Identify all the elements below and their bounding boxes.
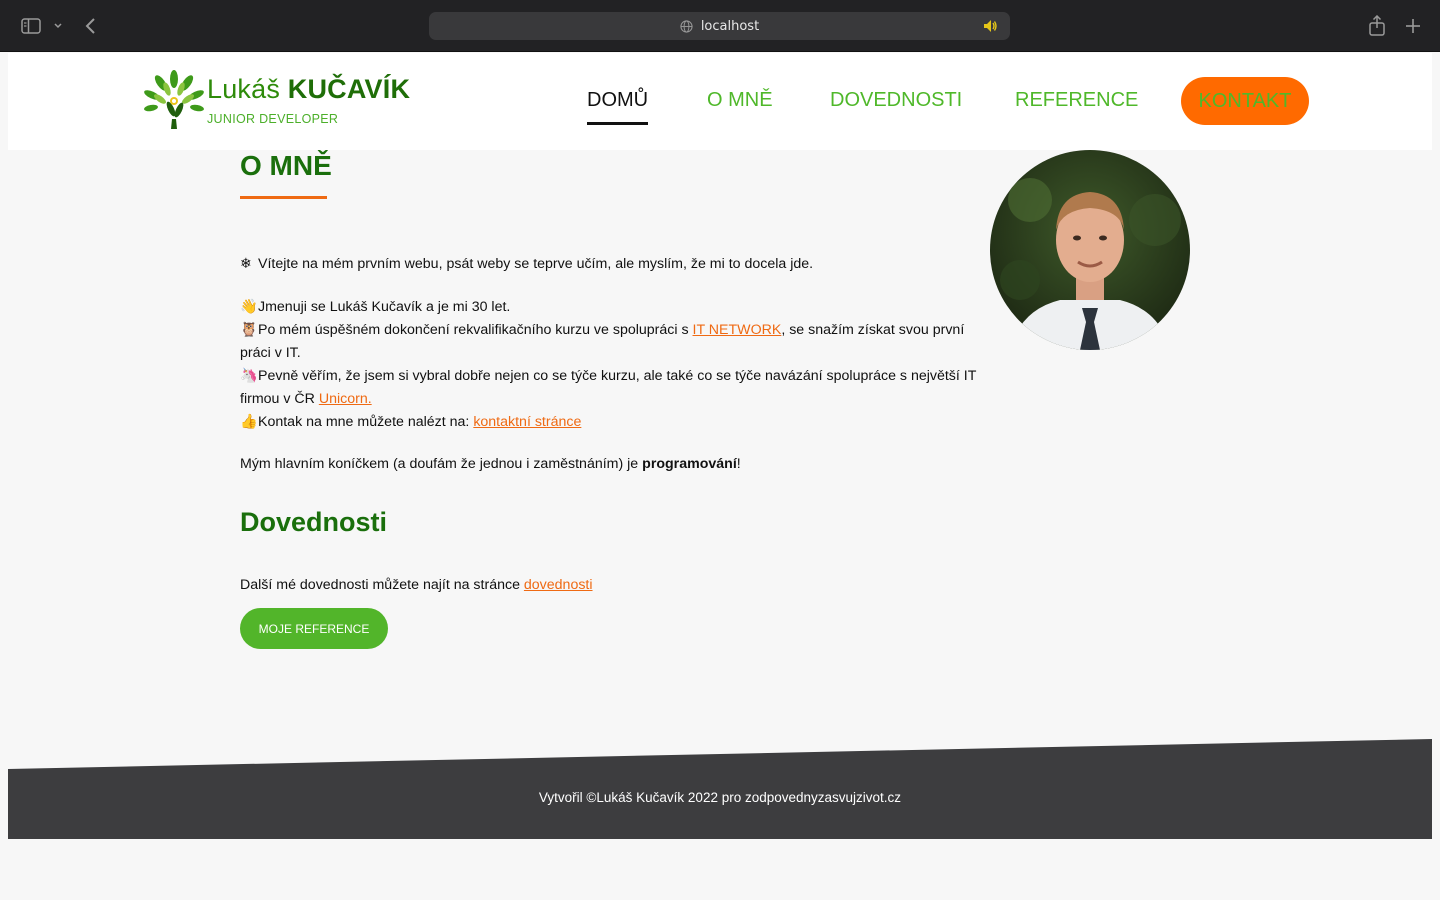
nav-about-link[interactable]: O MNĚ [707, 89, 773, 112]
itnetwork-link[interactable]: IT NETWORK [693, 322, 782, 338]
sidebar-icon[interactable] [20, 14, 42, 38]
brand[interactable]: Lukáš KUČAVÍK JUNIOR DEVELOPER [207, 73, 410, 126]
brand-subtitle: JUNIOR DEVELOPER [207, 112, 339, 126]
about-heading: O MNĚ [240, 150, 332, 181]
owl-icon: 🦉 [240, 322, 258, 338]
plus-icon[interactable] [1403, 14, 1423, 38]
brand-last-name: KUČAVÍK [287, 74, 411, 104]
contact-line-text: Kontak na mne můžete nalézt na: [258, 414, 474, 430]
course-line-text-a: Po mém úspěšném dokončení rekvalifikační… [258, 322, 693, 338]
my-references-button[interactable]: MOJE REFERENCE [240, 608, 388, 649]
skills-text: Další mé dovednosti můžete najít na strá… [240, 577, 524, 593]
name-line: 👋Jmenuji se Lukáš Kučavík a je mi 30 let… [240, 296, 980, 319]
name-line-text: Jmenuji se Lukáš Kučavík a je mi 30 let. [258, 299, 511, 315]
skills-paragraph: Další mé dovednosti můžete najít na strá… [240, 574, 980, 597]
nav-contact-button[interactable]: KONTAKT [1181, 77, 1309, 125]
hobby-text: Mým hlavním koníčkem (a doufám že jednou… [240, 456, 643, 472]
contact-page-link[interactable]: kontaktní stránce [473, 414, 581, 430]
course-line: 🦉Po mém úspěšném dokončení rekvalifikačn… [240, 319, 980, 365]
globe-icon [680, 19, 693, 33]
speaker-icon[interactable] [982, 18, 998, 34]
hobby-bold: programování [642, 456, 737, 472]
chevron-down-icon[interactable] [52, 14, 64, 38]
about-paragraph: 👋Jmenuji se Lukáš Kučavík a je mi 30 let… [240, 296, 980, 434]
tree-logo-icon[interactable] [143, 69, 205, 131]
address-text: localhost [700, 18, 760, 34]
unicorn-icon: 🦄 [240, 368, 258, 384]
nav-skills-link[interactable]: DOVEDNOSTI [830, 89, 962, 112]
nav-active-underline [587, 122, 648, 125]
hobby-text-end: ! [736, 456, 741, 472]
site-header: Lukáš KUČAVÍK JUNIOR DEVELOPER DOMŮ O MN… [8, 53, 1432, 150]
waving-hand-icon: 👋 [240, 299, 258, 315]
contact-line: 👍Kontak na mne můžete nalézt na: kontakt… [240, 411, 980, 434]
welcome-text: Vítejte na mém prvním webu, psát weby se… [258, 256, 814, 272]
browser-toolbar: localhost [0, 0, 1440, 52]
share-icon[interactable] [1367, 14, 1387, 38]
brand-name: Lukáš KUČAVÍK [207, 73, 410, 105]
nav-home-link[interactable]: DOMŮ [587, 89, 648, 112]
snowflake-icon: ❄ [240, 256, 252, 272]
brand-first-name: Lukáš [207, 74, 281, 104]
address-bar[interactable]: localhost [429, 12, 1010, 40]
site-footer: Vytvořil ©Lukáš Kučavík 2022 pro zodpove… [8, 738, 1432, 839]
footer-credit: Vytvořil ©Lukáš Kučavík 2022 pro zodpove… [538, 790, 902, 805]
skills-page-link[interactable]: dovednosti [524, 577, 593, 593]
profile-photo [990, 150, 1190, 350]
skills-heading: Dovednosti [240, 507, 388, 537]
welcome-paragraph: ❄ Vítejte na mém prvním webu, psát weby s… [240, 253, 980, 276]
about-heading-underline [240, 196, 327, 199]
nav-references-link[interactable]: REFERENCE [1015, 89, 1138, 112]
hobby-paragraph: Mým hlavním koníčkem (a doufám že jednou… [240, 453, 980, 476]
thumbs-up-icon: 👍 [240, 414, 258, 430]
belief-line: 🦄Pevně věřím, že jsem si vybral dobře ne… [240, 365, 980, 411]
back-icon[interactable] [82, 14, 98, 38]
footer-background [8, 739, 1432, 839]
unicorn-link[interactable]: Unicorn. [319, 391, 372, 407]
